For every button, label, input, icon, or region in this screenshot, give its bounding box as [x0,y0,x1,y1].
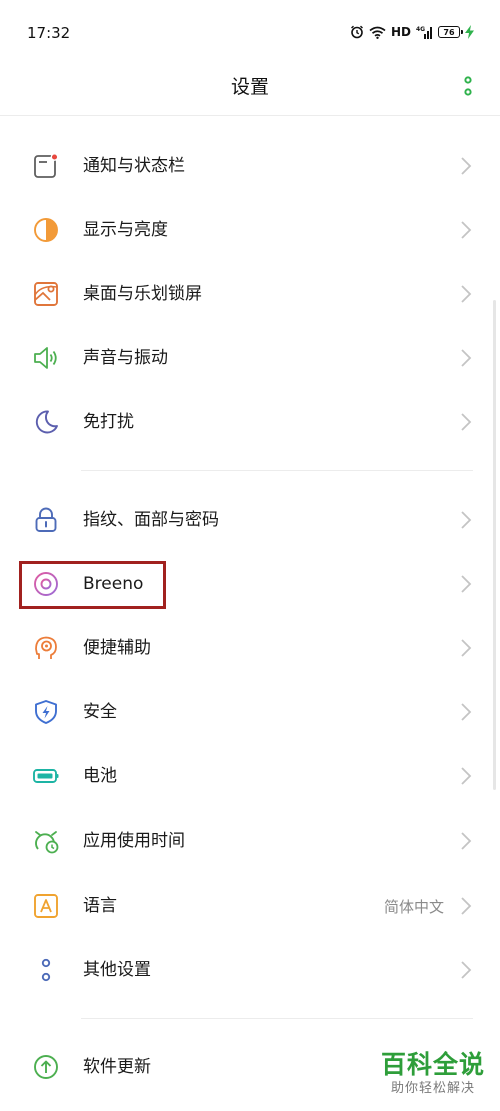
charging-icon [465,25,474,39]
chevron-right-icon [461,639,472,657]
display-icon [34,218,58,242]
chevron-right-icon [461,413,472,431]
chevron-right-icon [461,511,472,529]
item-label: 显示与亮度 [83,220,168,240]
settings-item-other-settings[interactable]: 其他设置 [0,938,500,1002]
settings-item-accessibility[interactable]: 便捷辅助 [0,616,500,680]
chevron-right-icon [461,961,472,979]
settings-item-display[interactable]: 显示与亮度 [0,198,500,262]
item-label: 便捷辅助 [83,638,151,658]
more-options-icon[interactable] [461,76,475,98]
battery-indicator: 76 [438,26,463,38]
item-label: 软件更新 [83,1057,151,1077]
section-divider [81,470,473,471]
item-label: 语言 [83,896,117,916]
language-icon [34,894,58,918]
item-label: 桌面与乐划锁屏 [83,284,202,304]
battery-icon [33,769,59,783]
item-label: 安全 [83,702,117,722]
lock-icon [35,507,57,532]
chevron-right-icon [461,157,472,175]
scrollbar[interactable] [493,300,496,790]
settings-item-security[interactable]: 安全 [0,680,500,744]
settings-item-sound[interactable]: 声音与振动 [0,326,500,390]
settings-item-notifications[interactable]: 通知与状态栏 [0,134,500,198]
settings-item-security-unlock[interactable]: 指纹、面部与密码 [0,488,500,552]
item-label: 其他设置 [83,960,151,980]
cellular-signal-icon: 4G [416,26,432,39]
language-value: 简体中文 [383,898,444,916]
item-label: 免打扰 [83,412,134,432]
sound-icon [34,347,57,369]
settings-item-battery[interactable]: 电池 [0,744,500,808]
highlight-annotation [19,561,166,609]
update-icon [34,1055,58,1079]
settings-item-app-usage[interactable]: 应用使用时间 [0,809,500,873]
app-usage-icon [35,831,59,854]
chevron-right-icon [461,897,472,915]
alarm-icon [351,25,363,39]
watermark: 百科全说 助你轻松解决 [378,1050,488,1098]
assist-icon [35,636,57,659]
chevron-right-icon [461,349,472,367]
moon-icon [35,410,58,434]
status-icons: HD 4G 76 [350,22,474,42]
chevron-right-icon [461,221,472,239]
chevron-right-icon [461,575,472,593]
wallpaper-icon [34,282,58,306]
header-divider [0,115,500,116]
shield-icon [35,700,57,724]
status-bar: 17:32 HD 4G 76 [0,0,500,62]
hd-label: HD [390,25,411,39]
item-label: 指纹、面部与密码 [83,510,219,530]
item-label: 声音与振动 [83,348,168,368]
other-settings-icon [41,958,51,982]
watermark-title: 百科全说 [380,1050,485,1079]
item-label: 应用使用时间 [83,831,185,851]
page-title: 设置 [230,76,269,98]
settings-item-language[interactable]: 语言 简体中文 [0,874,500,938]
notification-icon [34,153,59,178]
chevron-right-icon [461,285,472,303]
item-label: 电池 [83,766,117,786]
item-label: 通知与状态栏 [83,156,185,176]
settings-item-wallpaper[interactable]: 桌面与乐划锁屏 [0,262,500,326]
wifi-icon [369,26,386,39]
chevron-right-icon [461,703,472,721]
section-divider [81,1018,473,1019]
watermark-subtitle: 助你轻松解决 [390,1081,475,1096]
settings-item-do-not-disturb[interactable]: 免打扰 [0,390,500,454]
battery-level: 76 [443,27,455,37]
signal-label: 4G [416,26,425,33]
status-time: 17:32 [27,24,71,42]
chevron-right-icon [461,767,472,785]
chevron-right-icon [461,832,472,850]
